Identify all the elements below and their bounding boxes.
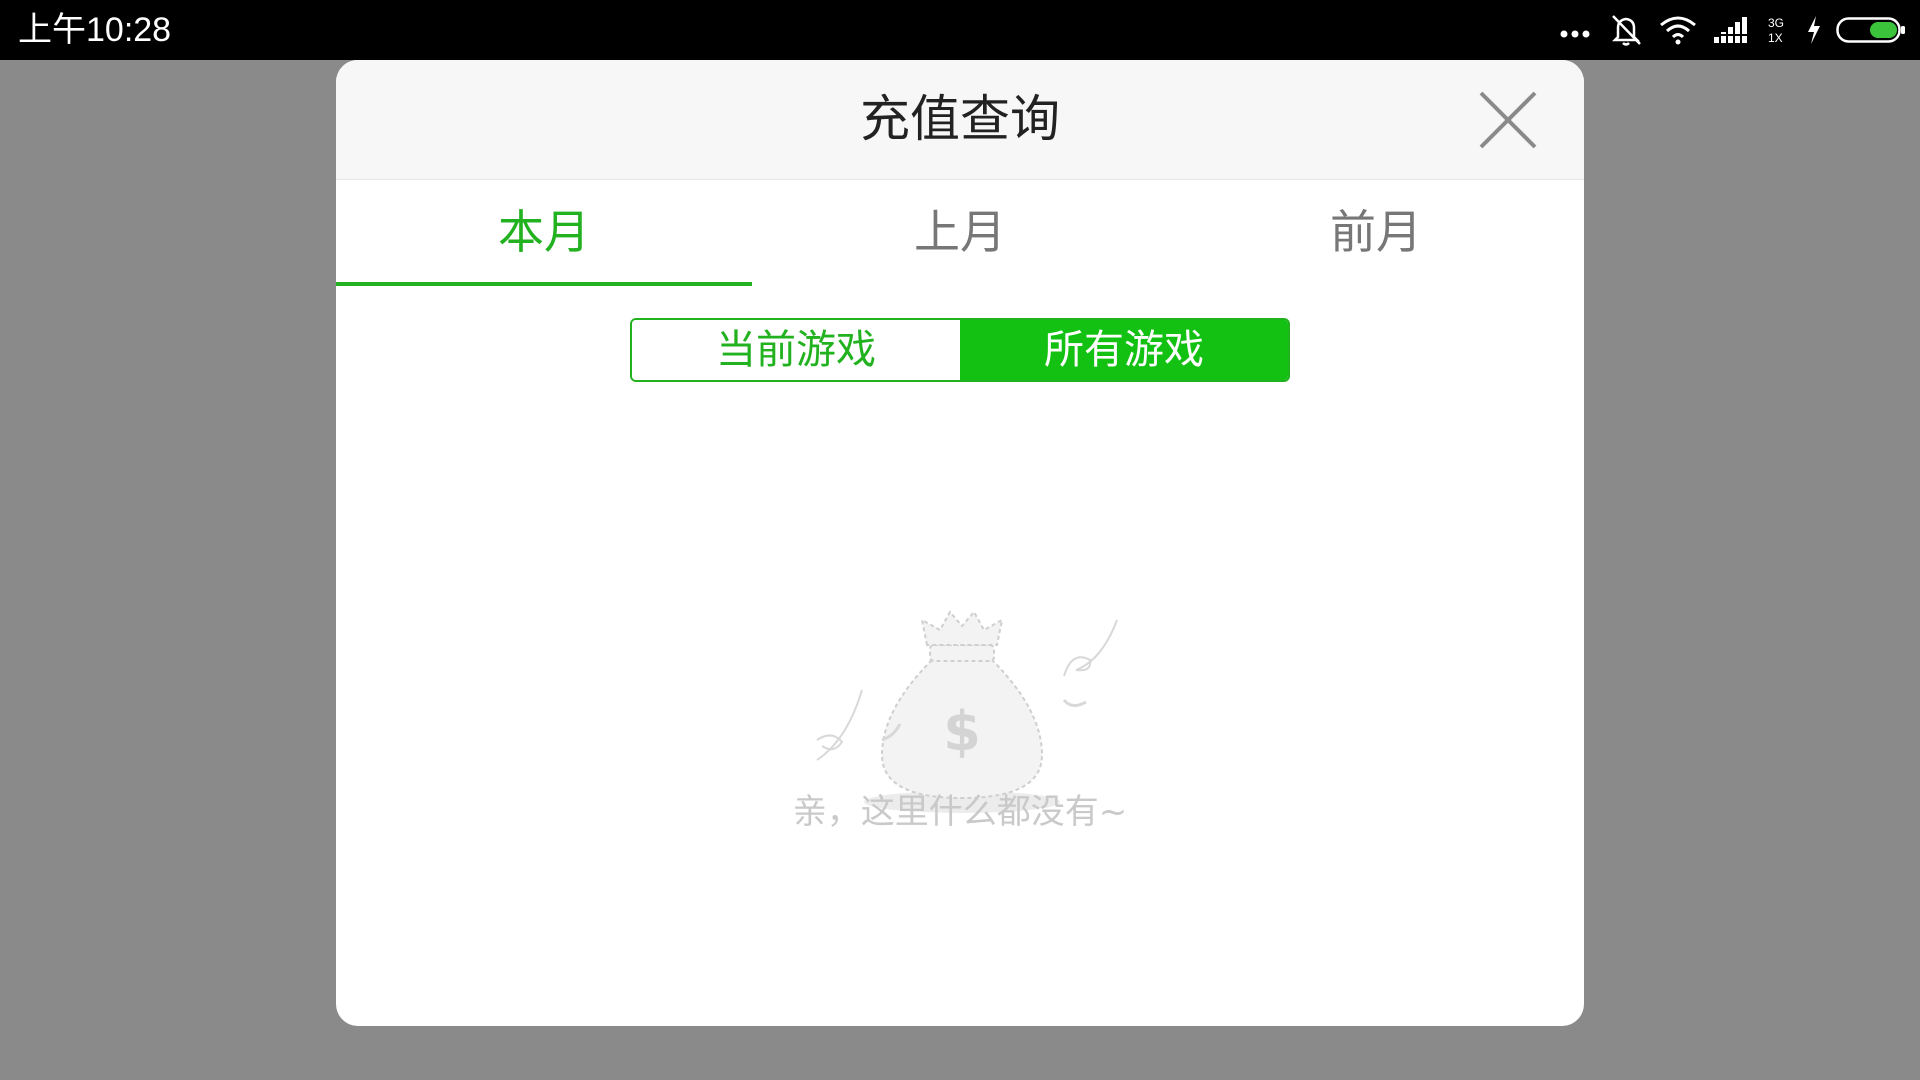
tab-month-before-last[interactable]: 前月 (1168, 180, 1584, 284)
game-scope-segment: 当前游戏 所有游戏 (630, 318, 1290, 382)
signal-icon (1712, 15, 1752, 45)
empty-state-message: 亲，这里什么都没有~ (792, 792, 1128, 832)
mute-bell-icon (1608, 13, 1644, 47)
wifi-icon (1658, 15, 1698, 45)
recharge-query-dialog: 充值查询 本月 上月 前月 当前游戏 所有游戏 $ 亲，这里什么都没有~ (336, 60, 1584, 1026)
charging-icon (1806, 15, 1822, 45)
active-tab-indicator (336, 282, 752, 286)
battery-icon (1836, 15, 1906, 45)
network-3g-1x-icon: 3G 1X (1766, 14, 1792, 46)
more-dots-icon (1558, 20, 1594, 40)
status-icons: 3G 1X (1558, 10, 1906, 50)
dialog-header: 充值查询 (336, 60, 1584, 180)
tab-label: 上月 (914, 205, 1006, 259)
close-icon (1479, 91, 1537, 149)
status-bar: 上午10:28 3G 1X (0, 0, 1920, 60)
close-button[interactable] (1478, 90, 1538, 150)
tab-this-month[interactable]: 本月 (336, 180, 752, 286)
svg-text:3G: 3G (1768, 16, 1784, 30)
status-time: 上午10:28 (18, 11, 172, 49)
dialog-title: 充值查询 (860, 90, 1060, 148)
segment-current-game[interactable]: 当前游戏 (632, 320, 960, 380)
segment-all-games[interactable]: 所有游戏 (960, 320, 1288, 380)
tab-label: 本月 (498, 205, 590, 259)
tab-last-month[interactable]: 上月 (752, 180, 1168, 284)
svg-text:$: $ (943, 700, 981, 763)
tab-label: 前月 (1330, 205, 1422, 259)
svg-text:1X: 1X (1768, 31, 1783, 45)
